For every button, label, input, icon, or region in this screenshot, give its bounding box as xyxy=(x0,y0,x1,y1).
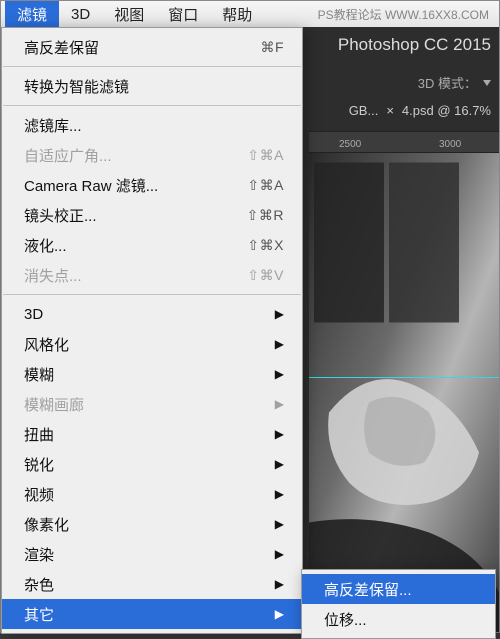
submenu-arrow-icon: ▶ xyxy=(275,307,284,321)
filter-dropdown: 高反差保留 ⌘F 转换为智能滤镜 滤镜库... 自适应广角... ⇧⌘A Cam… xyxy=(1,27,303,634)
submenu-stylize[interactable]: 风格化 ▶ xyxy=(2,329,302,359)
submenu-arrow-icon: ▶ xyxy=(275,487,284,501)
menu-view[interactable]: 视图 xyxy=(102,1,156,27)
menu-item-label: 自适应广角... xyxy=(24,145,247,166)
submenu-arrow-icon: ▶ xyxy=(275,397,284,411)
canvas[interactable] xyxy=(309,153,499,632)
menu-shortcut: ⇧⌘R xyxy=(247,207,284,224)
menu-item-label: 渲染 xyxy=(24,544,267,565)
document-tab-label[interactable]: 4.psd @ 16.7% xyxy=(402,103,491,118)
menu-filter[interactable]: 滤镜 xyxy=(5,1,59,27)
menu-item-label: 模糊画廊 xyxy=(24,394,267,415)
menu-lens-correction[interactable]: 镜头校正... ⇧⌘R xyxy=(2,200,302,230)
menu-separator xyxy=(3,66,301,67)
menu-filter-gallery[interactable]: 滤镜库... xyxy=(2,110,302,140)
menu-item-label: 模糊 xyxy=(24,364,267,385)
ruler: 2500 3000 xyxy=(309,131,499,153)
menu-help[interactable]: 帮助 xyxy=(210,1,264,27)
doc-label-left: GB... xyxy=(349,103,379,118)
menu-item-label: 位移... xyxy=(324,609,367,630)
submenu-blur-gallery: 模糊画廊 ▶ xyxy=(2,389,302,419)
submenu-render[interactable]: 渲染 ▶ xyxy=(2,539,302,569)
submenu-arrow-icon: ▶ xyxy=(275,547,284,561)
menu-item-label: 像素化 xyxy=(24,514,267,535)
mode-label: 3D 模式： xyxy=(418,73,477,92)
menu-shortcut: ⇧⌘X xyxy=(247,237,284,254)
submenu-pixelate[interactable]: 像素化 ▶ xyxy=(2,509,302,539)
menu-shortcut: ⇧⌘A xyxy=(247,177,284,194)
submenu-blur[interactable]: 模糊 ▶ xyxy=(2,359,302,389)
menu-adaptive-wide-angle: 自适应广角... ⇧⌘A xyxy=(2,140,302,170)
other-submenu: 高反差保留... 位移... xyxy=(301,569,496,639)
ruler-tick: 3000 xyxy=(439,139,461,150)
menu-item-label: 杂色 xyxy=(24,574,267,595)
close-icon[interactable]: × xyxy=(386,103,394,118)
menu-shortcut: ⌘F xyxy=(260,39,284,56)
menu-last-filter[interactable]: 高反差保留 ⌘F xyxy=(2,32,302,62)
menu-item-label: Camera Raw 滤镜... xyxy=(24,175,247,196)
submenu-distort[interactable]: 扭曲 ▶ xyxy=(2,419,302,449)
submenu-arrow-icon: ▶ xyxy=(275,607,284,621)
submenu-noise[interactable]: 杂色 ▶ xyxy=(2,569,302,599)
submenu-3d[interactable]: 3D ▶ xyxy=(2,299,302,329)
menu-convert-smart-filter[interactable]: 转换为智能滤镜 xyxy=(2,71,302,101)
menu-separator xyxy=(3,294,301,295)
menu-item-label: 扭曲 xyxy=(24,424,267,445)
ruler-tick: 2500 xyxy=(339,139,361,150)
menu-3d[interactable]: 3D xyxy=(59,1,102,27)
submenu-arrow-icon: ▶ xyxy=(275,427,284,441)
menu-item-label: 视频 xyxy=(24,484,267,505)
app-title: Photoshop CC 2015 xyxy=(338,35,491,55)
menu-item-label: 滤镜库... xyxy=(24,115,284,136)
submenu-other[interactable]: 其它 ▶ xyxy=(2,599,302,629)
menu-item-label: 消失点... xyxy=(24,265,247,286)
submenu-arrow-icon: ▶ xyxy=(275,517,284,531)
submenu-arrow-icon: ▶ xyxy=(275,367,284,381)
menu-item-label: 转换为智能滤镜 xyxy=(24,76,284,97)
submenu-video[interactable]: 视频 ▶ xyxy=(2,479,302,509)
menu-item-label: 高反差保留 xyxy=(24,37,260,58)
menu-high-pass[interactable]: 高反差保留... xyxy=(302,574,495,604)
menu-item-label: 液化... xyxy=(24,235,247,256)
menu-liquify[interactable]: 液化... ⇧⌘X xyxy=(2,230,302,260)
menu-item-label: 其它 xyxy=(24,604,267,625)
menu-offset[interactable]: 位移... xyxy=(302,604,495,634)
document-tab-row: GB... × 4.psd @ 16.7% xyxy=(349,103,491,118)
menu-camera-raw[interactable]: Camera Raw 滤镜... ⇧⌘A xyxy=(2,170,302,200)
menu-item-label: 镜头校正... xyxy=(24,205,247,226)
menu-vanishing-point: 消失点... ⇧⌘V xyxy=(2,260,302,290)
menu-item-label: 高反差保留... xyxy=(324,579,412,600)
menu-shortcut: ⇧⌘V xyxy=(247,267,284,284)
submenu-arrow-icon: ▶ xyxy=(275,457,284,471)
menubar: 滤镜 3D 视图 窗口 帮助 PS教程论坛 WWW.16XX8.COM xyxy=(1,1,499,27)
submenu-arrow-icon: ▶ xyxy=(275,337,284,351)
menu-shortcut: ⇧⌘A xyxy=(247,147,284,164)
menu-item-label: 锐化 xyxy=(24,454,267,475)
menu-item-label: 3D xyxy=(24,306,267,323)
watermark: PS教程论坛 WWW.16XX8.COM xyxy=(318,6,495,23)
submenu-sharpen[interactable]: 锐化 ▶ xyxy=(2,449,302,479)
mode-row: 3D 模式： xyxy=(418,73,491,92)
submenu-arrow-icon: ▶ xyxy=(275,577,284,591)
menu-item-label: 风格化 xyxy=(24,334,267,355)
menu-separator xyxy=(3,105,301,106)
menu-window[interactable]: 窗口 xyxy=(156,1,210,27)
chevron-down-icon[interactable] xyxy=(483,80,491,86)
